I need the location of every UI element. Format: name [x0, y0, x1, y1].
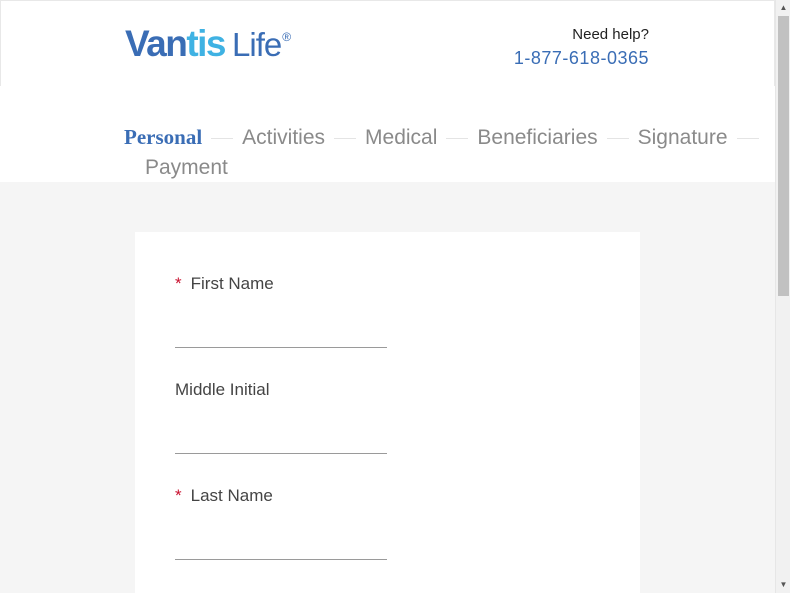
last-name-label: * Last Name — [175, 486, 387, 506]
page: Vantis Life ® Need help? 1-877-618-0365 … — [0, 0, 775, 593]
step-separator — [446, 137, 469, 139]
step-activities[interactable]: Activities — [242, 126, 325, 149]
header: Vantis Life ® Need help? 1-877-618-0365 … — [0, 0, 775, 182]
step-beneficiaries[interactable]: Beneficiaries — [477, 126, 597, 149]
step-separator — [211, 137, 234, 139]
first-name-label-text: First Name — [190, 274, 274, 293]
progress-steps: Personal Activities Medical Beneficiaries Si… — [124, 122, 774, 183]
step-separator — [736, 137, 759, 139]
logo-brand-bold: Vantis — [125, 23, 227, 65]
logo-registered-mark: ® — [282, 30, 292, 44]
required-marker: * — [175, 274, 182, 293]
required-marker: * — [175, 486, 182, 505]
middle-initial-field: Middle Initial — [175, 380, 387, 454]
logo-brand-bold-text: Vantis — [125, 23, 227, 64]
last-name-label-text: Last Name — [190, 486, 273, 505]
step-medical[interactable]: Medical — [365, 126, 437, 149]
triangle-up-icon[interactable]: ▲ — [776, 2, 790, 14]
help-block: Need help? 1-877-618-0365 — [514, 26, 649, 72]
step-separator — [606, 137, 629, 139]
middle-initial-input[interactable] — [175, 424, 387, 454]
first-name-label: * First Name — [175, 274, 387, 294]
personal-form-card: * First Name Middle Initial * Last Name — [135, 232, 640, 593]
first-name-field: * First Name — [175, 274, 387, 348]
help-phone-link[interactable]: 1-877-618-0365 — [514, 44, 649, 72]
middle-initial-label: Middle Initial — [175, 380, 270, 399]
step-personal[interactable]: Personal — [124, 125, 202, 149]
step-payment[interactable]: Payment — [145, 156, 228, 179]
logo-brand-light: Life — [232, 26, 282, 63]
triangle-down-icon[interactable]: ▼ — [776, 579, 790, 591]
first-name-input[interactable] — [175, 318, 387, 348]
last-name-input[interactable] — [175, 530, 387, 560]
scrollbar-thumb[interactable] — [778, 16, 789, 296]
last-name-field: * Last Name — [175, 486, 387, 560]
vertical-scrollbar[interactable]: ▲ ▼ — [775, 0, 790, 593]
step-separator — [334, 137, 357, 139]
help-label: Need help? — [572, 26, 649, 43]
logo-bar: Vantis Life ® Need help? 1-877-618-0365 — [0, 0, 775, 86]
step-signature[interactable]: Signature — [638, 126, 728, 149]
vantis-life-logo[interactable]: Vantis Life ® — [125, 23, 292, 65]
